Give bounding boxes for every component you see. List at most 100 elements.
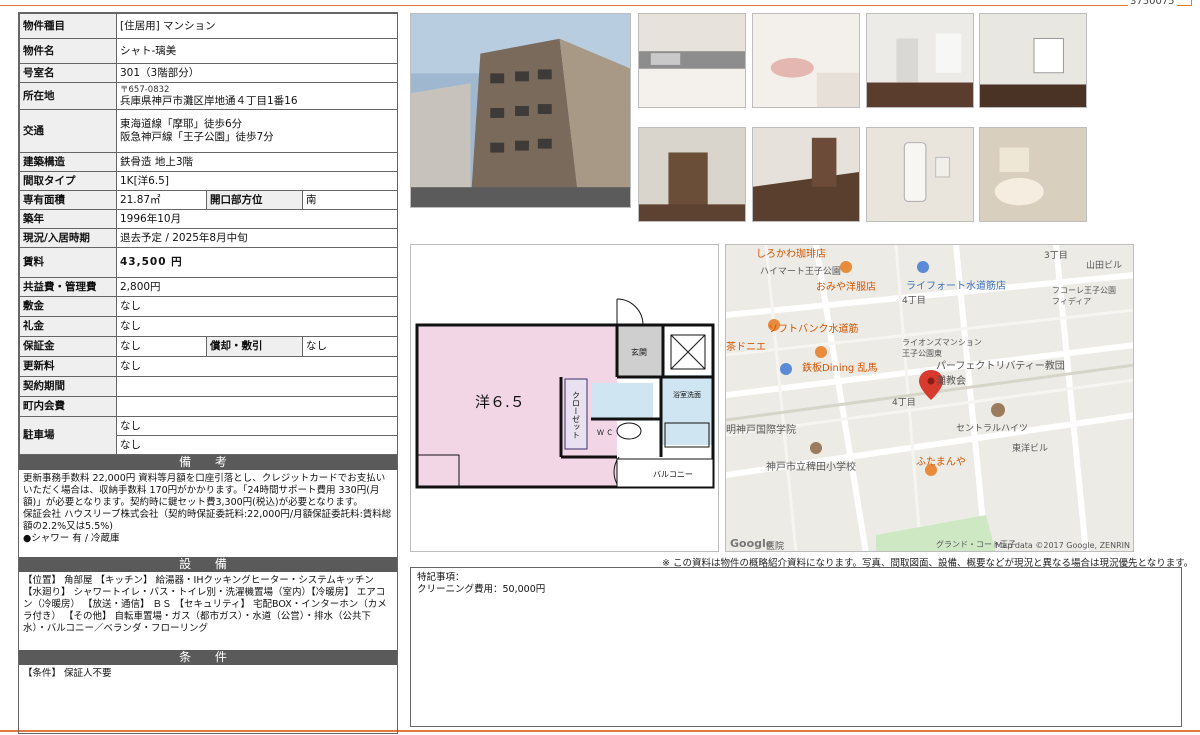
room-photo-1 (866, 13, 974, 108)
row-contract: 契約期間 (19, 376, 399, 397)
parking-label: 駐車場 (19, 416, 117, 455)
row-neighborhood: 町内会費 (19, 396, 399, 417)
renewal-value: なし (115, 356, 399, 377)
closet-label: クローゼット (572, 391, 581, 439)
address-label: 所在地 (19, 82, 117, 110)
map-label-chome4a: 4丁目 (902, 296, 926, 306)
row-reikin: 礼金 なし (19, 316, 399, 337)
conditions-header: 条 件 (19, 650, 397, 665)
amort-label: 償却・敷引 (206, 336, 303, 357)
type-label: 物件種目 (19, 13, 117, 39)
type-value: [住居用] マンション (115, 13, 399, 39)
room-photo-2 (979, 13, 1087, 108)
contract-value (115, 376, 399, 397)
direction-label: 開口部方位 (206, 190, 303, 210)
built-label: 築年 (19, 209, 117, 229)
spec-panel: 物件種目 [住居用] マンション 物件名 シャト-璃美 号室名 301（3階部分… (18, 12, 399, 734)
washbasin-photo (752, 13, 860, 108)
map-label-shirokawa: しろかわ珈琲店 (756, 249, 826, 260)
remarks-line-3: ●シャワー 有 / 冷蔵庫 (23, 533, 120, 544)
status-value: 退去予定 / 2025年8月中旬 (115, 228, 399, 248)
floorplan: 洋６.５ クローゼット 玄関 浴室洗面 Ｗ Ｃ バルコニー (410, 244, 719, 552)
area-label: 専有面積 (19, 190, 117, 210)
remarks-line-2: 保証会社 ハウスリーブ株式会社（契約時保証委託料:22,000円/月額保証委託料… (23, 509, 392, 532)
reikin-value: なし (115, 316, 399, 337)
remarks-body: 更新事務手数料 22,000円 資料等月額を口座引落とし、クレジットカードでお支… (19, 470, 397, 557)
row-room: 号室名 301（3階部分） (19, 63, 399, 83)
map-label-teppan: 鉄板Dining 乱馬 (802, 363, 878, 374)
address-cell: 〒657-0832 兵庫県神戸市灘区岸地通４丁目1番16 (115, 82, 399, 110)
floor-photo (752, 127, 860, 222)
room-label: 号室名 (19, 63, 117, 83)
intercom-photo (866, 127, 974, 222)
room-label: 洋６.５ (475, 393, 525, 411)
structure-value: 鉄骨造 地上3階 (115, 152, 399, 172)
map-label-futamanya: ふたまんや (916, 457, 966, 468)
name-value: シャト-璃美 (115, 38, 399, 64)
map-label-lifefort: ライフォート水道筋店 (906, 281, 1006, 292)
map-label-chome3: 3丁目 (1044, 251, 1068, 261)
map-copyright: Map data ©2017 Google, ZENRIN (995, 541, 1130, 550)
transport-line-1: 東海道線「摩耶」徒歩6分 (120, 118, 243, 131)
map-label-ocha: 茶ドニエ (726, 342, 766, 353)
parking-value-1: なし (115, 416, 399, 436)
balcony-label: バルコニー (653, 470, 693, 479)
row-shikikin: 敷金 なし (19, 296, 399, 317)
shikikin-label: 敷金 (19, 296, 117, 317)
postal-code: 〒657-0832 (120, 84, 170, 95)
location-map[interactable]: しろかわ珈琲店 ハイマート王子公園 おみや洋服店 ライフォート水道筋店 ソフトバ… (725, 244, 1134, 552)
status-label: 現況/入居時期 (19, 228, 117, 248)
structure-label: 建築構造 (19, 152, 117, 172)
map-label-lions: ライオンズマンション王子公園東 (902, 338, 982, 358)
common-value: 2,800円 (115, 277, 399, 297)
remarks-line-1: 更新事務手数料 22,000円 資料等月額を口座引落とし、クレジットカードでお支… (23, 473, 386, 508)
row-deposit: 保証金 なし 償却・敷引 なし (19, 336, 399, 357)
rent-value: 43,500 円 (115, 247, 399, 278)
map-label-kobe-school: 神戸市立稗田小学校 (766, 462, 856, 473)
row-built: 築年 1996年10月 (19, 209, 399, 229)
neighborhood-value (115, 396, 399, 417)
neighborhood-label: 町内会費 (19, 396, 117, 417)
row-transport: 交通 東海道線「摩耶」徒歩6分 阪急神戸線「王子公園」徒歩7分 (19, 109, 399, 153)
row-renewal: 更新料 なし (19, 356, 399, 377)
transport-line-2: 阪急神戸線「王子公園」徒歩7分 (120, 131, 274, 143)
map-label-himart: ハイマート王子公園 (760, 267, 841, 277)
rent-label: 賃料 (19, 247, 117, 278)
row-parking-1: 駐車場 なし (19, 416, 399, 455)
wc-label: Ｗ Ｃ (597, 429, 613, 437)
map-label-softbank: ソフトバンク水道筋 (768, 324, 859, 335)
floorplan-drawing: 洋６.５ クローゼット 玄関 浴室洗面 Ｗ Ｃ バルコニー (415, 298, 715, 489)
row-common: 共益費・管理費 2,800円 (19, 277, 399, 297)
bath-label: 浴室洗面 (673, 390, 701, 399)
reikin-label: 礼金 (19, 316, 117, 337)
amort-value: なし (301, 336, 399, 357)
map-label-omiya: おみや洋服店 (816, 282, 876, 293)
row-address: 所在地 〒657-0832 兵庫県神戸市灘区岸地通４丁目1番16 (19, 82, 399, 110)
row-type: 物件種目 [住居用] マンション (19, 13, 399, 39)
map-label-meishin: 明神戸国際学院 (726, 425, 796, 436)
layout-label: 間取タイプ (19, 171, 117, 191)
address-value: 兵庫県神戸市灘区岸地通４丁目1番16 (120, 94, 298, 107)
kitchen-photo (638, 13, 746, 108)
remarks-header: 備 考 (19, 455, 397, 470)
special-notes-box: 特記事項： クリーニング費用：50,000円 (410, 567, 1182, 727)
facilities-body: 【位置】 角部屋 【キッチン】 給湯器・IHクッキングヒーター・システムキッチン… (23, 575, 387, 634)
property-id: 3750075 (1128, 0, 1177, 7)
layout-value: 1K[洋6.5] (115, 171, 399, 191)
shikikin-value: なし (115, 296, 399, 317)
row-structure: 建築構造 鉄骨造 地上3階 (19, 152, 399, 172)
room-value: 301（3階部分） (115, 63, 399, 83)
transport-cell: 東海道線「摩耶」徒歩6分 阪急神戸線「王子公園」徒歩7分 (115, 109, 399, 153)
entrance-label: 玄関 (631, 347, 647, 357)
row-area: 専有面積 21.87㎡ 開口部方位 南 (19, 190, 399, 210)
contract-label: 契約期間 (19, 376, 117, 397)
corridor-photo (638, 127, 746, 222)
renewal-label: 更新料 (19, 356, 117, 377)
special-notes-title: 特記事項： (417, 572, 465, 583)
transport-label: 交通 (19, 109, 117, 153)
building-exterior-photo (410, 13, 631, 208)
row-name: 物件名 シャト-璃美 (19, 38, 399, 64)
map-label-central: セントラルハイツ (956, 424, 1028, 434)
page-frame-top (0, 5, 1192, 6)
facilities-header: 設 備 (19, 557, 397, 572)
